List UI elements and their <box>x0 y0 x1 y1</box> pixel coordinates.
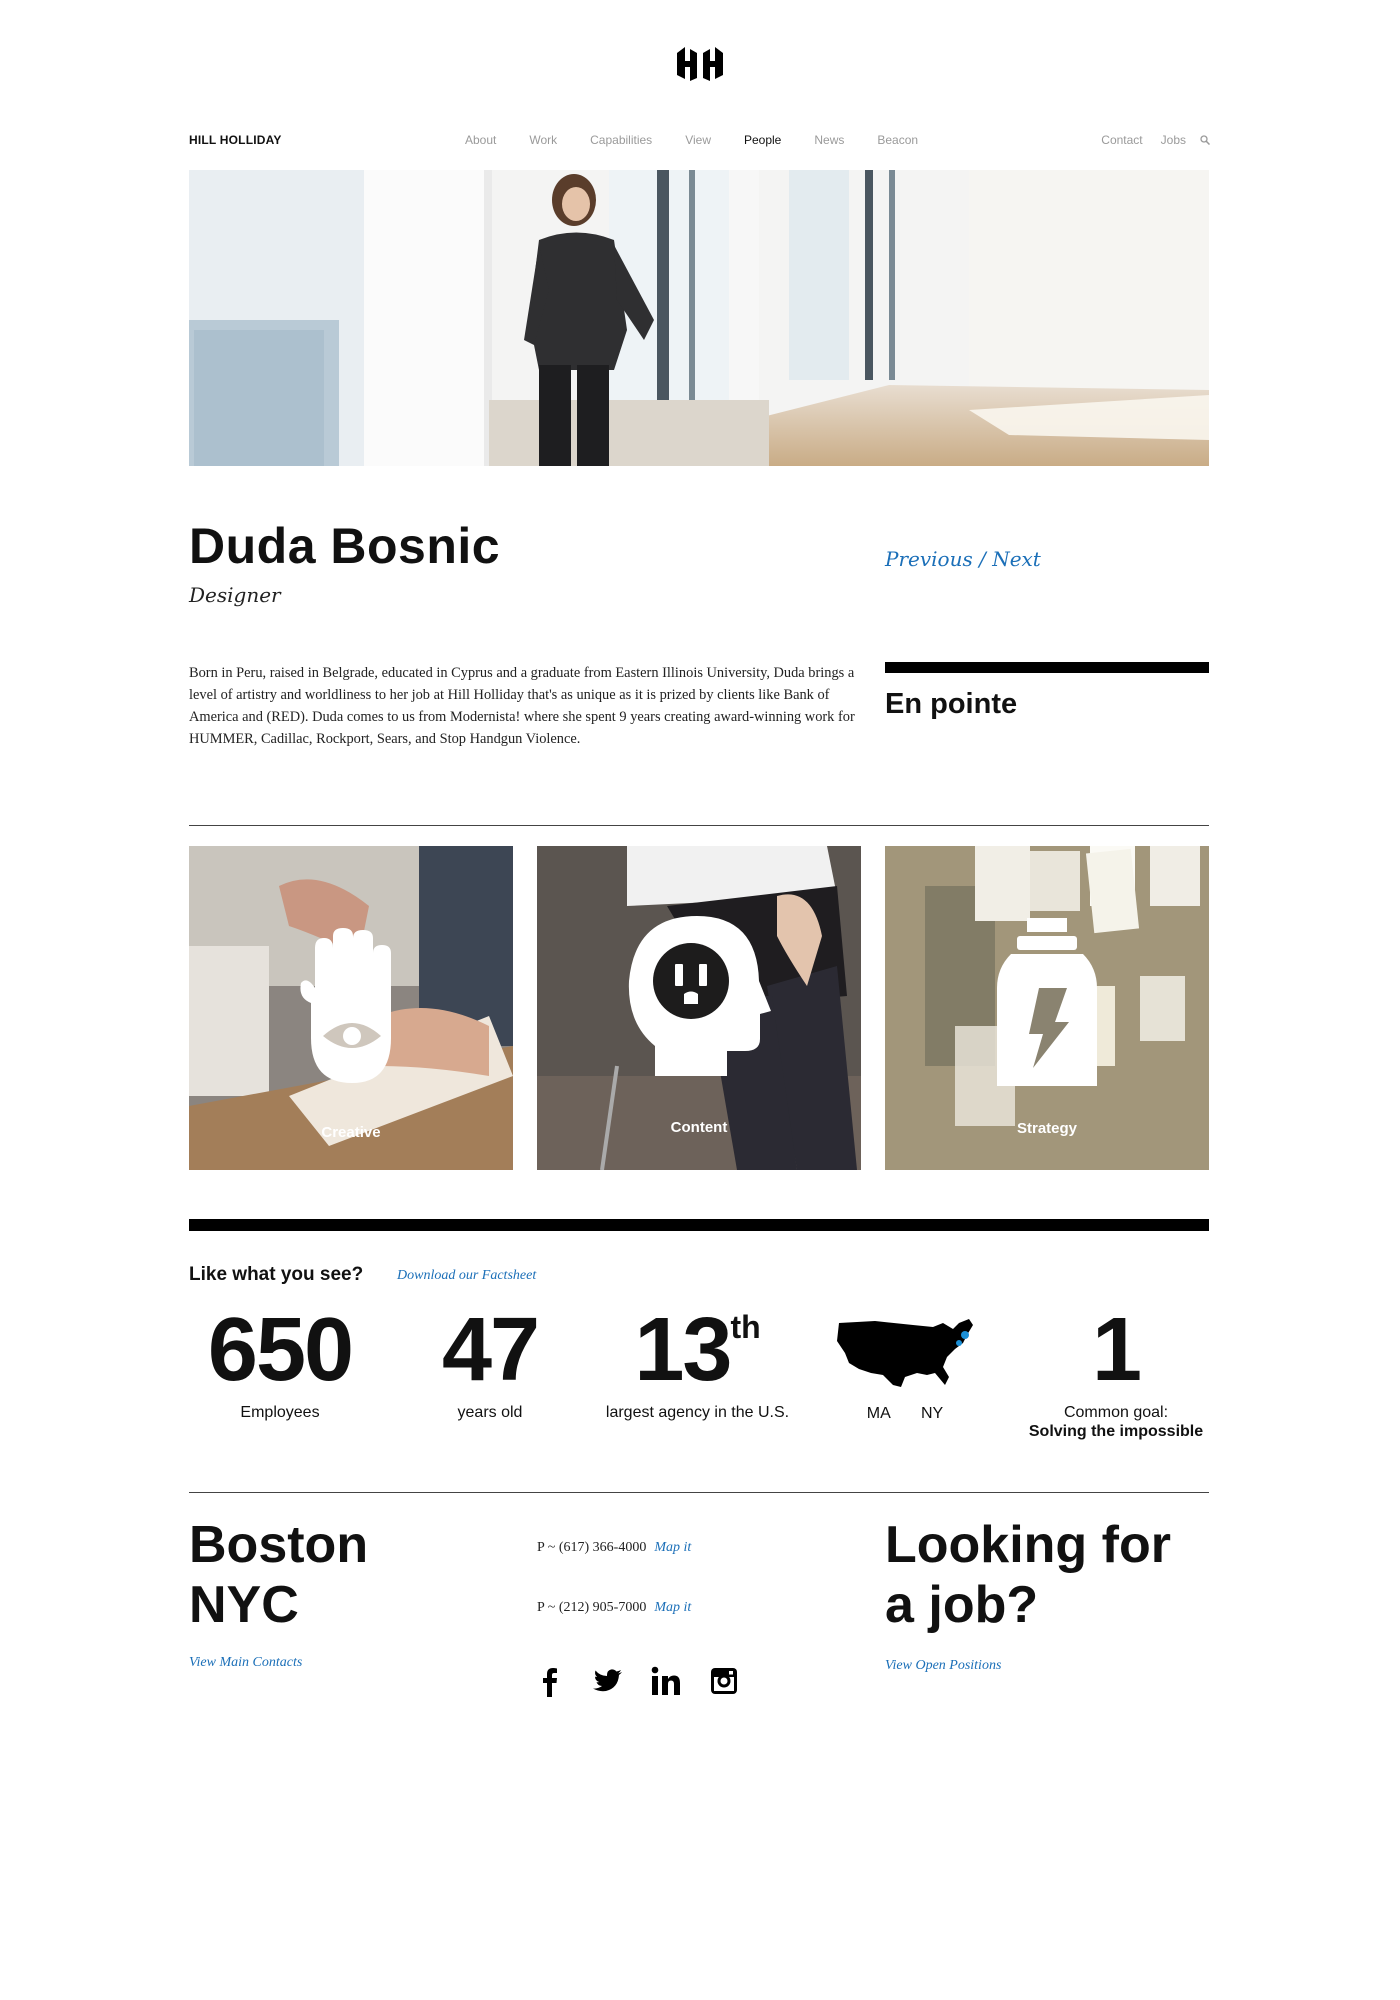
instagram-icon[interactable] <box>708 1665 740 1697</box>
nav-news[interactable]: News <box>814 133 844 147</box>
stat-value: 650 <box>207 1300 354 1400</box>
stat-label: MA NY <box>830 1404 980 1423</box>
stat-label: Common goal: <box>1063 1404 1169 1421</box>
map-link[interactable]: Map it <box>654 1540 691 1555</box>
secondary-nav: Contact Jobs <box>1083 133 1210 147</box>
person-bio: Born in Peru, raised in Belgrade, educat… <box>189 665 855 747</box>
facebook-icon[interactable] <box>534 1665 566 1697</box>
person-title: Designer <box>189 583 281 607</box>
view-open-positions-link[interactable]: View Open Positions <box>885 1658 1001 1674</box>
nav-view[interactable]: View <box>685 133 711 147</box>
stat-locations: MA NY <box>830 1305 980 1423</box>
divider-bar <box>189 1219 1209 1231</box>
brand-name[interactable]: HILL HOLLIDAY <box>189 133 282 147</box>
divider-line <box>189 825 1209 826</box>
tile-label: Creative <box>321 1124 381 1141</box>
nav-jobs[interactable]: Jobs <box>1161 133 1186 147</box>
nav-contact[interactable]: Contact <box>1101 133 1142 147</box>
download-factsheet-link[interactable]: Download our Factsheet <box>397 1268 536 1284</box>
phone-number: P ~ (212) 905-7000 <box>537 1600 647 1615</box>
nav-people[interactable]: People <box>744 133 781 147</box>
hand-eye-icon <box>300 928 391 1083</box>
person-name: Duda Bosnic <box>189 518 501 574</box>
phone-boston: P ~ (617) 366-4000 Map it <box>537 1540 691 1556</box>
job-heading-line1: Looking for <box>885 1516 1171 1574</box>
nav-capabilities[interactable]: Capabilities <box>590 133 652 147</box>
stat-value: 47 <box>441 1300 540 1400</box>
stat-sublabel: Solving the impossible <box>1028 1423 1204 1440</box>
pagination: Previous / Next <box>885 547 1041 571</box>
tile-label: Strategy <box>1016 1120 1078 1137</box>
next-link[interactable]: Next <box>992 547 1041 571</box>
nav-work[interactable]: Work <box>529 133 557 147</box>
view-main-contacts-link[interactable]: View Main Contacts <box>189 1655 302 1671</box>
stats-heading: Like what you see? <box>189 1264 364 1285</box>
hero-photo <box>189 170 1209 466</box>
tile-label: Content <box>670 1119 728 1136</box>
divider-bar <box>885 662 1209 673</box>
lightning-bottle-icon <box>997 918 1097 1086</box>
stat-value: 13th <box>595 1305 800 1395</box>
stat-label: largest agency in the U.S. <box>605 1404 790 1421</box>
job-heading-line2: a job? <box>885 1576 1039 1634</box>
stat-employees: 650 Employees <box>189 1305 371 1422</box>
location-ma: MA <box>866 1405 890 1422</box>
social-links <box>534 1665 740 1697</box>
rank-number: 13 <box>634 1300 732 1400</box>
nav-beacon[interactable]: Beacon <box>877 133 918 147</box>
linkedin-icon[interactable] <box>650 1665 682 1697</box>
us-map-icon <box>837 1319 973 1387</box>
pagination-separator: / <box>972 547 993 571</box>
phone-number: P ~ (617) 366-4000 <box>537 1540 647 1555</box>
main-nav: About Work Capabilities View People News… <box>465 133 951 147</box>
location-ny: NY <box>921 1405 944 1422</box>
tile-creative[interactable]: Creative <box>189 846 513 1170</box>
divider-line <box>189 1492 1209 1493</box>
head-outlet-icon <box>628 916 771 1076</box>
previous-link[interactable]: Previous <box>885 547 973 571</box>
search-icon[interactable] <box>1200 135 1210 145</box>
phone-nyc: P ~ (212) 905-7000 Map it <box>537 1600 691 1616</box>
stat-rank: 13th largest agency in the U.S. <box>595 1305 800 1422</box>
stat-value: 1 <box>1091 1300 1142 1400</box>
tile-strategy[interactable]: Strategy <box>885 846 1209 1170</box>
map-link[interactable]: Map it <box>654 1600 691 1615</box>
nav-about[interactable]: About <box>465 133 496 147</box>
side-heading: En pointe <box>885 688 1018 720</box>
stat-label: Employees <box>240 1404 320 1421</box>
tile-content[interactable]: Content <box>537 846 861 1170</box>
rank-suffix: th <box>730 1309 761 1345</box>
stat-label: years old <box>457 1404 523 1421</box>
city-nyc: NYC <box>189 1576 299 1634</box>
stat-goal: 1 Common goal: Solving the impossible <box>1016 1305 1216 1441</box>
city-boston: Boston <box>189 1516 369 1574</box>
stat-age: 47 years old <box>400 1305 580 1422</box>
twitter-icon[interactable] <box>592 1665 624 1697</box>
hill-holliday-logo[interactable] <box>675 44 725 84</box>
